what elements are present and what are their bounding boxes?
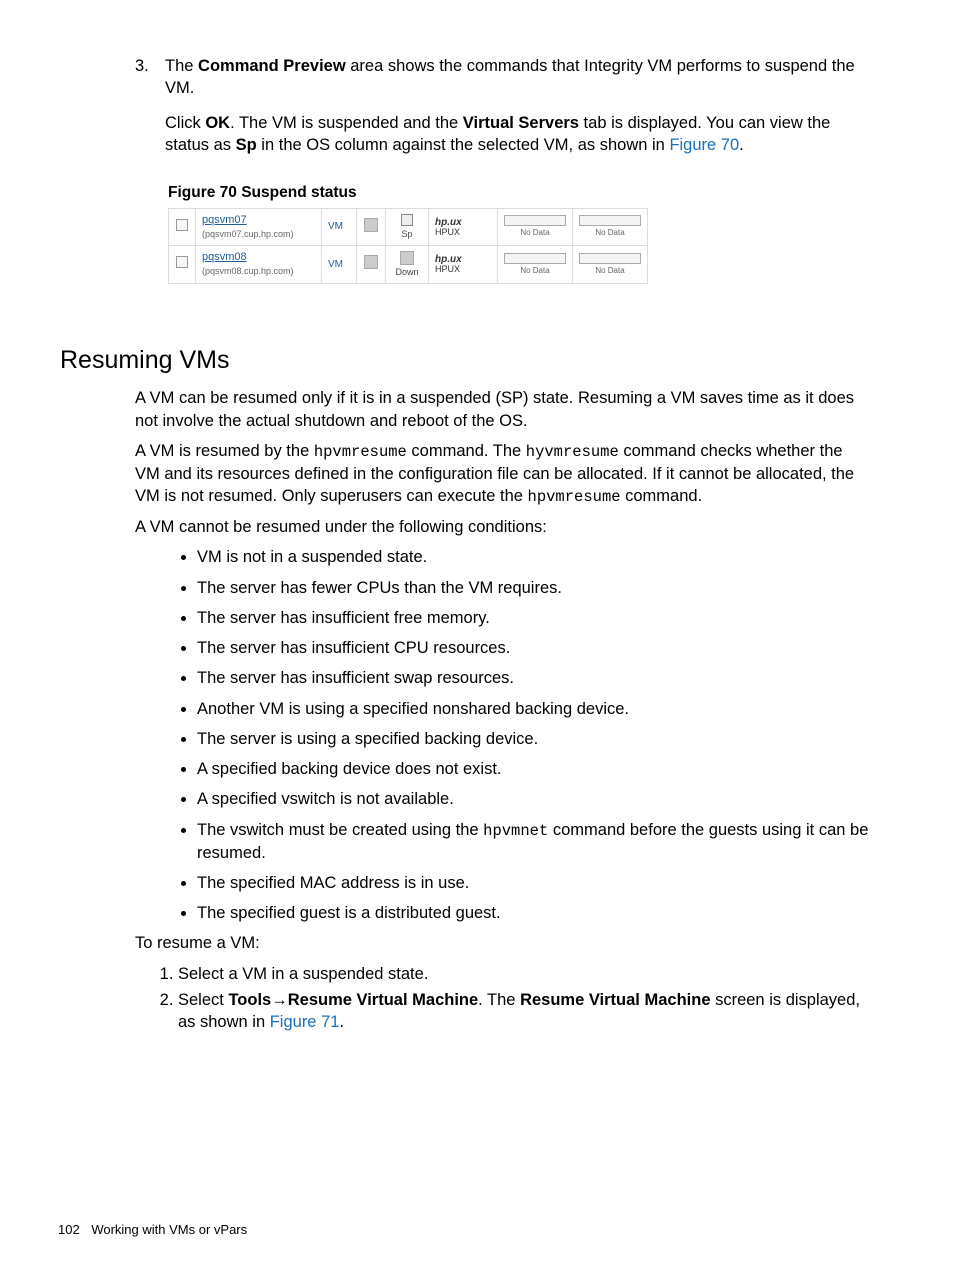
text: . [339, 1013, 344, 1031]
code: hpvmresume [314, 443, 407, 461]
progress-bar [504, 215, 566, 226]
vm-host: (pqsvm07.cup.hp.com) [202, 229, 294, 239]
checkbox-icon [176, 219, 188, 231]
bold: Resume Virtual Machine [520, 991, 710, 1009]
para-hpvmresume: A VM is resumed by the hpvmresume comman… [135, 440, 869, 508]
step3-para2: Click OK. The VM is suspended and the Vi… [165, 112, 869, 157]
os-sub: HPUX [435, 264, 460, 274]
resume-steps: Select a VM in a suspended state. Select… [135, 963, 869, 1034]
figure-70-table: pqsvm07 (pqsvm07.cup.hp.com) VM Sp hp.uxH… [168, 208, 648, 284]
name-cell[interactable]: pqsvm07 (pqsvm07.cup.hp.com) [196, 208, 322, 245]
bold: OK [205, 114, 230, 132]
progress-bar [504, 253, 566, 264]
code: hyvmresume [526, 443, 619, 461]
heading-resuming-vms: Resuming VMs [60, 344, 869, 378]
pencil-icon [364, 218, 378, 232]
text: . [739, 136, 744, 154]
name-cell[interactable]: pqsvm08 (pqsvm08.cup.hp.com) [196, 246, 322, 283]
list-item: Another VM is using a specified nonshare… [197, 698, 869, 720]
page-footer: 102 Working with VMs or vPars [58, 1221, 247, 1239]
state-cell: Sp [386, 208, 429, 245]
figure-link-71[interactable]: Figure 71 [270, 1013, 340, 1031]
para-conditions-intro: A VM cannot be resumed under the followi… [135, 516, 869, 538]
bold: Tools [228, 991, 271, 1009]
bold: Sp [236, 136, 257, 154]
state-icon [400, 251, 414, 265]
bar-cell-2: No Data [573, 208, 648, 245]
list-item: The server has insufficient free memory. [197, 607, 869, 629]
vm-link: pqsvm07 [202, 214, 247, 226]
os-sub: HPUX [435, 227, 460, 237]
progress-bar [579, 253, 641, 264]
figure-link-70[interactable]: Figure 70 [669, 136, 739, 154]
progress-bar [579, 215, 641, 226]
table-row: pqsvm08 (pqsvm08.cup.hp.com) VM Down hp.u… [169, 246, 648, 283]
conditions-list: VM is not in a suspended state. The serv… [135, 546, 869, 924]
list-item: The server has insufficient swap resourc… [197, 667, 869, 689]
list-item: The server is using a specified backing … [197, 728, 869, 750]
no-data-label: No Data [579, 228, 641, 239]
text: . The VM is suspended and the [230, 114, 463, 132]
list-item: A specified vswitch is not available. [197, 788, 869, 810]
type-cell: VM [322, 208, 357, 245]
step-body: The Command Preview area shows the comma… [165, 55, 869, 168]
list-item: Select Tools→Resume Virtual Machine. The… [178, 989, 869, 1034]
checkbox-icon [176, 256, 188, 268]
checkbox-cell[interactable] [169, 208, 196, 245]
bold: Resume Virtual Machine [288, 991, 478, 1009]
footer-title: Working with VMs or vPars [91, 1222, 247, 1237]
list-item: The specified MAC address is in use. [197, 872, 869, 894]
arrow: → [271, 991, 288, 1009]
list-item: The specified guest is a distributed gue… [197, 902, 869, 924]
text: in the OS column against the selected VM… [257, 136, 670, 154]
page-number: 102 [58, 1222, 80, 1237]
pencil-icon [364, 255, 378, 269]
edit-icon-cell[interactable] [357, 246, 386, 283]
code: hpvmnet [483, 822, 548, 840]
list-item: The server has insufficient CPU resource… [197, 637, 869, 659]
bar-cell-2: No Data [573, 246, 648, 283]
bold: Virtual Servers [463, 114, 579, 132]
text: A VM is resumed by the [135, 442, 314, 460]
list-item: A specified backing device does not exis… [197, 758, 869, 780]
code: hpvmresume [528, 488, 621, 506]
text: The [165, 57, 198, 75]
state-label: Sp [401, 229, 412, 239]
text: command. [621, 487, 703, 505]
bar-cell-1: No Data [498, 246, 573, 283]
no-data-label: No Data [579, 266, 641, 277]
list-item: VM is not in a suspended state. [197, 546, 869, 568]
para-resume-intro: A VM can be resumed only if it is in a s… [135, 387, 869, 432]
state-cell: Down [386, 246, 429, 283]
figure-70-caption: Figure 70 Suspend status [168, 183, 869, 204]
text: The vswitch must be created using the [197, 821, 483, 839]
text: . The [478, 991, 520, 1009]
step-3: 3. The Command Preview area shows the co… [135, 55, 869, 168]
bold: Command Preview [198, 57, 346, 75]
step3-para1: The Command Preview area shows the comma… [165, 55, 869, 100]
os-cell: hp.uxHPUX [429, 208, 498, 245]
no-data-label: No Data [504, 228, 566, 239]
bar-cell-1: No Data [498, 208, 573, 245]
checkbox-cell[interactable] [169, 246, 196, 283]
text: Select [178, 991, 228, 1009]
type-cell: VM [322, 246, 357, 283]
state-icon [401, 214, 413, 226]
vm-link: pqsvm08 [202, 251, 247, 263]
text: Click [165, 114, 205, 132]
vm-host: (pqsvm08.cup.hp.com) [202, 266, 294, 276]
step-number: 3. [135, 55, 165, 168]
para-to-resume: To resume a VM: [135, 932, 869, 954]
text: command. The [407, 442, 526, 460]
no-data-label: No Data [504, 266, 566, 277]
os-cell: hp.uxHPUX [429, 246, 498, 283]
table-row: pqsvm07 (pqsvm07.cup.hp.com) VM Sp hp.uxH… [169, 208, 648, 245]
list-item: The vswitch must be created using the hp… [197, 819, 869, 864]
state-label: Down [395, 267, 418, 277]
list-item: Select a VM in a suspended state. [178, 963, 869, 985]
list-item: The server has fewer CPUs than the VM re… [197, 577, 869, 599]
edit-icon-cell[interactable] [357, 208, 386, 245]
